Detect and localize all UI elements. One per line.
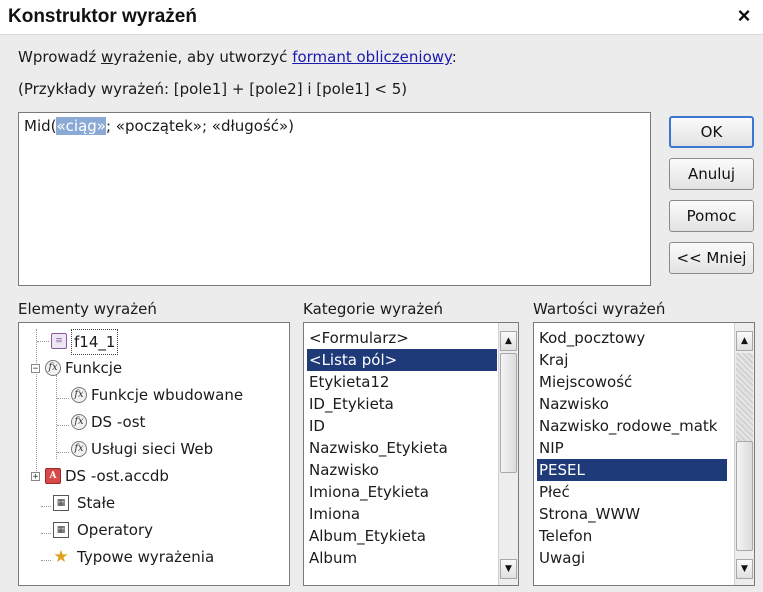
title-bar: Konstruktor wyrażeń × (0, 0, 763, 35)
value-item[interactable]: Kraj (537, 349, 568, 371)
category-item[interactable]: <Formularz> (307, 327, 409, 349)
values-label: Wartości wyrażeń (533, 300, 666, 318)
value-item[interactable]: Nazwisko (537, 393, 609, 415)
expression-placeholder-selected[interactable]: «ciąg» (56, 117, 106, 135)
value-item[interactable]: Płeć (537, 481, 570, 503)
help-button[interactable]: Pomoc (669, 200, 754, 232)
tree-item-label: Usługi sieci Web (91, 440, 214, 458)
examples-text: (Przykłady wyrażeń: [pole1] + [pole2] i … (18, 80, 408, 98)
value-item[interactable]: NIP (537, 437, 564, 459)
value-item[interactable]: Uwagi (537, 547, 585, 569)
scroll-thumb[interactable] (500, 353, 517, 473)
values-list[interactable]: Kod_pocztowy Kraj Miejscowość Nazwisko N… (533, 322, 755, 586)
expression-args: ; «początek»; «długość») (105, 117, 295, 135)
instructions-middle: yrażenie, aby utworzyć (113, 48, 293, 66)
database-icon: A (45, 468, 61, 484)
tree-item-ds-ost-accdb[interactable]: + A DS -ost.accdb (19, 464, 289, 488)
function-icon: fx (45, 360, 61, 376)
ok-button[interactable]: OK (669, 116, 754, 148)
elements-label: Elementy wyrażeń (18, 300, 157, 318)
function-icon: fx (71, 387, 87, 403)
constants-icon: ▦ (53, 495, 69, 511)
elements-tree[interactable]: ≡ f14_1 − fx Funkcje fx Funkcje wbudowan… (18, 322, 290, 586)
tree-item-f14-1[interactable]: ≡ f14_1 (19, 329, 289, 355)
value-item[interactable]: Miejscowość (537, 371, 632, 393)
window-title: Konstruktor wyrażeń (8, 6, 197, 27)
scroll-down-icon[interactable]: ▼ (736, 559, 753, 579)
scroll-down-icon[interactable]: ▼ (500, 559, 517, 579)
category-item[interactable]: ID (307, 415, 325, 437)
tree-item-funkcje-wbudowane[interactable]: fx Funkcje wbudowane (19, 383, 289, 407)
categories-label: Kategorie wyrażeń (303, 300, 444, 318)
value-item[interactable]: Kod_pocztowy (537, 327, 645, 349)
tree-item-label: Stałe (77, 494, 116, 512)
instructions-prefix: Wprowadź (18, 48, 101, 66)
cancel-button[interactable]: Anuluj (669, 158, 754, 190)
category-item[interactable]: Nazwisko (307, 459, 379, 481)
categories-list[interactable]: <Formularz> <Lista pól> Etykieta12 ID_Et… (303, 322, 519, 586)
tree-item-label: DS -ost (91, 413, 146, 431)
calculated-control-link[interactable]: formant obliczeniowy (292, 48, 452, 66)
form-icon: ≡ (51, 333, 67, 349)
function-icon: fx (71, 414, 87, 430)
tree-item-label: DS -ost.accdb (65, 467, 169, 485)
tree-item-typowe-wyrazenia[interactable]: ★ Typowe wyrażenia (19, 545, 289, 569)
category-item[interactable]: Album_Etykieta (307, 525, 426, 547)
function-icon: fx (71, 441, 87, 457)
collapse-icon[interactable]: − (31, 364, 40, 374)
categories-scrollbar[interactable]: ▲ ▼ (498, 323, 518, 585)
value-item[interactable]: Strona_WWW (537, 503, 640, 525)
category-item[interactable]: Nazwisko_Etykieta (307, 437, 448, 459)
scroll-up-icon[interactable]: ▲ (500, 331, 517, 351)
expand-icon[interactable]: + (31, 472, 40, 482)
less-button[interactable]: << Mniej (669, 242, 754, 274)
value-item-selected[interactable]: PESEL (537, 459, 727, 481)
category-item[interactable]: Album (307, 547, 357, 569)
common-expressions-icon: ★ (53, 547, 69, 567)
tree-item-stale[interactable]: ▦ Stałe (19, 491, 289, 515)
value-item[interactable]: Telefon (537, 525, 592, 547)
instructions-suffix: : (451, 48, 457, 66)
tree-item-operatory[interactable]: ▦ Operatory (19, 518, 289, 542)
tree-item-label: Operatory (77, 521, 154, 539)
value-item[interactable]: Nazwisko_rodowe_matk (537, 415, 729, 437)
close-icon[interactable]: × (730, 3, 758, 29)
tree-item-label: Funkcje (65, 359, 123, 377)
scroll-track[interactable] (736, 353, 753, 441)
scroll-thumb[interactable] (736, 441, 753, 551)
tree-item-funkcje[interactable]: − fx Funkcje (19, 356, 289, 380)
tree-item-ds-ost[interactable]: fx DS -ost (19, 410, 289, 434)
values-scrollbar[interactable]: ▲ ▼ (734, 323, 754, 585)
category-item-selected[interactable]: <Lista pól> (307, 349, 497, 371)
tree-item-label: Typowe wyrażenia (77, 548, 215, 566)
category-item[interactable]: Imiona_Etykieta (307, 481, 429, 503)
expression-func: Mid( (24, 117, 57, 135)
instructions-accesskey: w (101, 48, 114, 66)
category-item[interactable]: ID_Etykieta (307, 393, 394, 415)
expression-input[interactable]: Mid(«ciąg»; «początek»; «długość») (18, 112, 651, 286)
tree-item-label: f14_1 (71, 329, 119, 355)
category-item[interactable]: Etykieta12 (307, 371, 389, 393)
tree-item-label: Funkcje wbudowane (91, 386, 244, 404)
category-item[interactable]: Imiona (307, 503, 360, 525)
tree-item-uslugi-sieci-web[interactable]: fx Usługi sieci Web (19, 437, 289, 461)
operators-icon: ▦ (53, 522, 69, 538)
instructions: Wprowadź wyrażenie, aby utworzyć formant… (18, 48, 457, 66)
scroll-up-icon[interactable]: ▲ (736, 331, 753, 351)
